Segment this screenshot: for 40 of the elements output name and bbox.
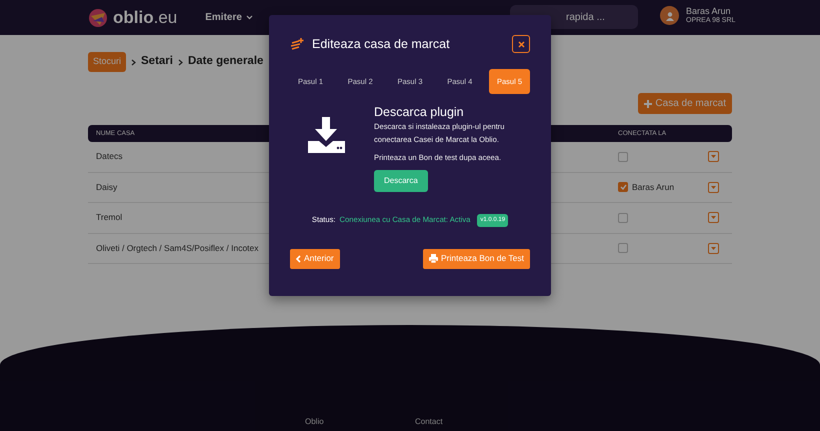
- menu-item[interactable]: Emitere: [205, 10, 253, 25]
- dropdown-button[interactable]: [708, 242, 719, 254]
- previous-button[interactable]: Anterior: [290, 248, 340, 269]
- table-cell: Daisy: [96, 180, 118, 194]
- print-test-button[interactable]: Printeaza Bon de Test: [422, 248, 530, 269]
- caret-icon: [711, 155, 716, 158]
- user-name: Baras Arun: [686, 6, 732, 17]
- modal-title: Editeaza casa de marcat: [312, 36, 450, 53]
- dropdown-button[interactable]: [708, 212, 719, 224]
- caret-icon: [711, 186, 716, 189]
- breadcrumb-item: Setari: [141, 54, 173, 70]
- brand-name[interactable]: oblio.eu: [113, 4, 178, 30]
- checkbox[interactable]: [618, 152, 628, 162]
- checkbox[interactable]: [618, 212, 628, 223]
- chevron-icon: [178, 58, 183, 66]
- footer-link[interactable]: Contact: [415, 416, 443, 428]
- plus-icon: [644, 100, 652, 108]
- download-icon: [308, 116, 345, 153]
- table-cell: Datecs: [96, 150, 122, 164]
- check-icon: [620, 184, 626, 190]
- table-cell: Oliveti / Orgtech / Sam4S/Posiflex / Incotex: [96, 242, 259, 255]
- chevron-icon: [131, 58, 136, 66]
- dropdown-button[interactable]: [708, 182, 719, 193]
- footer-link[interactable]: Oblio: [305, 416, 324, 428]
- download-button[interactable]: Descarca: [374, 170, 428, 192]
- breadcrumb-item: Date generale: [188, 54, 264, 70]
- logo-icon: [88, 8, 108, 28]
- checkbox[interactable]: [618, 182, 628, 192]
- chevron-left-icon: [296, 254, 301, 263]
- dropdown-button[interactable]: [708, 151, 719, 162]
- register-icon: [290, 38, 304, 51]
- checkbox[interactable]: [618, 243, 628, 254]
- close-button[interactable]: [512, 35, 530, 54]
- close-icon: [518, 40, 524, 48]
- caret-icon: [711, 216, 716, 220]
- step-heading: Descarca plugin: [374, 104, 465, 120]
- printer-icon: [428, 254, 438, 264]
- table-cell: Baras Arun: [632, 180, 674, 194]
- caret-icon: [711, 246, 716, 250]
- table-cell: Tremol: [96, 211, 122, 224]
